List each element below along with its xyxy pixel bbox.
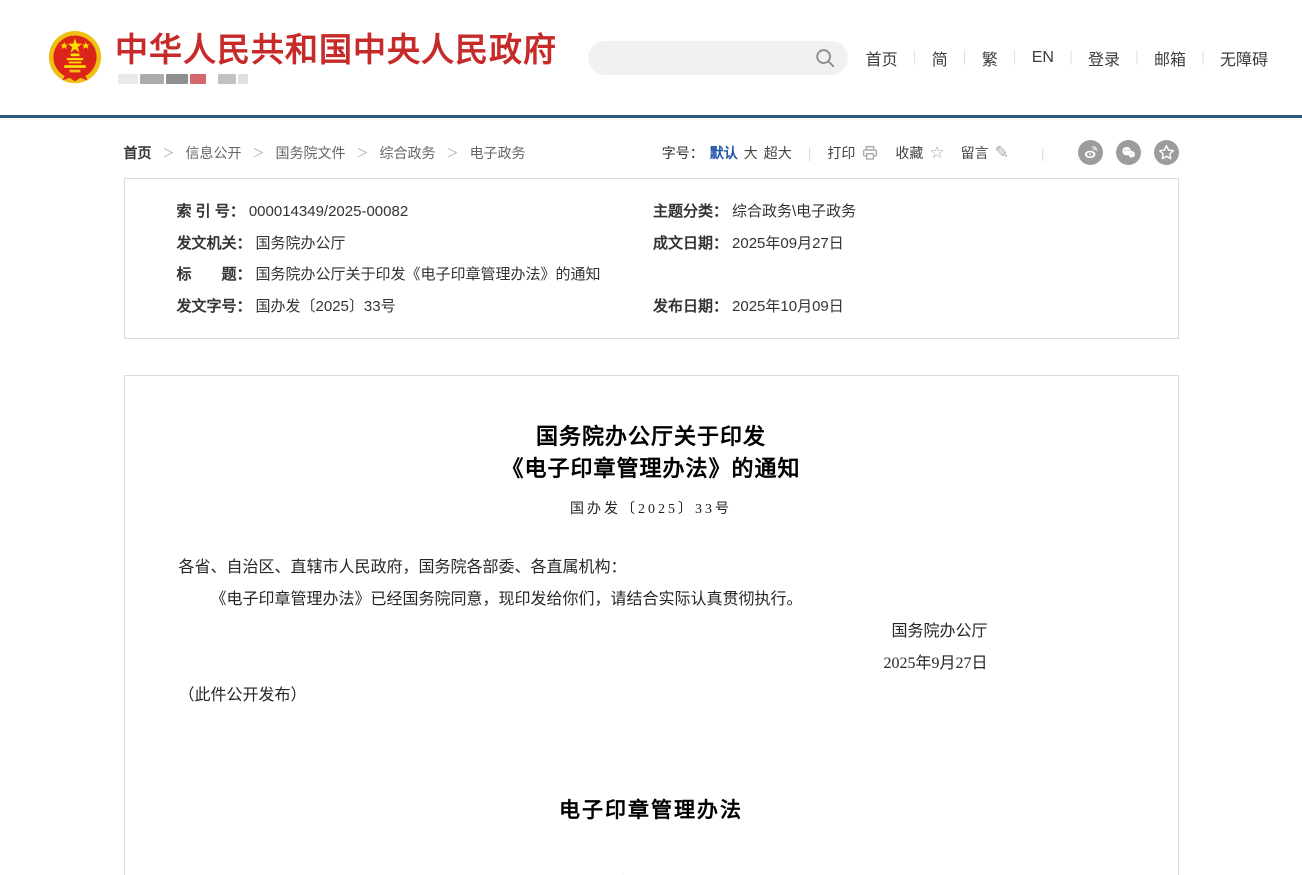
meta-index-number: 索 引 号：000014349/2025-00082 (125, 196, 652, 228)
document-number: 国办发〔2025〕33号 (179, 498, 1124, 518)
nav-divider: ｜ (1064, 48, 1078, 68)
wechat-share-icon[interactable] (1116, 140, 1141, 165)
breadcrumb-separator: ＞ (447, 144, 459, 161)
site-header: 中华人民共和国中央人民政府 首页 ｜ 简 ｜ 繁 ｜ EN ｜ 登录 ｜ 邮箱 (0, 0, 1302, 118)
meta-issuing-agency: 发文机关：国务院办公厅 (125, 228, 652, 260)
document-title-line1: 国务院办公厅关于印发 (179, 421, 1124, 453)
nav-simplified[interactable]: 简 (932, 46, 948, 70)
toolbar-divider: | (1041, 145, 1045, 161)
nav-home[interactable]: 首页 (866, 46, 898, 70)
weibo-share-icon[interactable] (1078, 140, 1103, 165)
font-size-large[interactable]: 大 (744, 143, 758, 163)
breadcrumb-state-council-docs[interactable]: 国务院文件 (276, 143, 346, 163)
law-title: 电子印章管理办法 (179, 794, 1124, 824)
body-paragraph: 《电子印章管理办法》已经国务院同意，现印发给你们，请结合实际认真贯彻执行。 (179, 584, 1124, 616)
breadcrumb-home[interactable]: 首页 (124, 143, 152, 163)
breadcrumb-toolbar-row: 首页 ＞ 信息公开 ＞ 国务院文件 ＞ 综合政务 ＞ 电子政务 字号： 默认 大… (124, 140, 1179, 165)
star-icon: ☆ (929, 144, 944, 161)
national-emblem-logo (48, 30, 102, 86)
meta-title: 标 题：国务院办公厅关于印发《电子印章管理办法》的通知 (125, 259, 652, 291)
signature-block: 国务院办公厅 2025年9月27日 (179, 616, 1124, 680)
favorite-button[interactable]: 收藏 ☆ (895, 143, 944, 163)
meta-empty-cell (651, 259, 1178, 291)
site-title: 中华人民共和国中央人民政府 (115, 31, 557, 69)
nav-traditional[interactable]: 繁 (982, 46, 998, 70)
comment-button[interactable]: 留言 ✎ (961, 143, 1009, 163)
nav-english[interactable]: EN (1032, 49, 1054, 67)
printer-icon (861, 144, 879, 162)
document-meta-box: 索 引 号：000014349/2025-00082 主题分类：综合政务\电子政… (124, 178, 1179, 339)
sign-date: 2025年9月27日 (179, 648, 988, 680)
nav-accessibility[interactable]: 无障碍 (1220, 46, 1268, 70)
search-box[interactable] (588, 41, 848, 75)
breadcrumb-separator: ＞ (253, 144, 265, 161)
breadcrumb: 首页 ＞ 信息公开 ＞ 国务院文件 ＞ 综合政务 ＞ 电子政务 (124, 143, 526, 163)
breadcrumb-separator: ＞ (163, 144, 175, 161)
font-size-label: 字号： (662, 143, 704, 163)
salutation-paragraph: 各省、自治区、直辖市人民政府，国务院各部委、各直属机构： (179, 552, 1124, 584)
search-input[interactable] (606, 50, 814, 66)
nav-divider: ｜ (958, 48, 972, 68)
page-toolbar: 字号： 默认 大 超大 | 打印 收藏 ☆ 留言 ✎ | (662, 140, 1179, 165)
document-body: 各省、自治区、直辖市人民政府，国务院各部委、各直属机构： 《电子印章管理办法》已… (179, 552, 1124, 712)
document-title: 国务院办公厅关于印发 《电子印章管理办法》的通知 (179, 421, 1124, 485)
print-button[interactable]: 打印 (827, 143, 879, 163)
breadcrumb-separator: ＞ (357, 144, 369, 161)
nav-divider: ｜ (1196, 48, 1210, 68)
qzone-share-icon[interactable] (1154, 140, 1179, 165)
breadcrumb-info-disclosure[interactable]: 信息公开 (186, 143, 242, 163)
breadcrumb-egovernment[interactable]: 电子政务 (470, 143, 526, 163)
font-size-xlarge[interactable]: 超大 (764, 143, 792, 163)
chapter-heading: 第一章 总 则 (179, 870, 1124, 875)
nav-divider: ｜ (1008, 48, 1022, 68)
brand[interactable]: 中华人民共和国中央人民政府 (48, 30, 557, 86)
meta-publish-date: 发布日期：2025年10月09日 (651, 291, 1178, 323)
meta-doc-number: 发文字号：国办发〔2025〕33号 (125, 291, 652, 323)
document-content-box: 国务院办公厅关于印发 《电子印章管理办法》的通知 国办发〔2025〕33号 各省… (124, 375, 1179, 875)
nav-divider: ｜ (1130, 48, 1144, 68)
document-title-line2: 《电子印章管理办法》的通知 (179, 453, 1124, 485)
nav-divider: ｜ (908, 48, 922, 68)
nav-mail[interactable]: 邮箱 (1154, 46, 1186, 70)
breadcrumb-general-affairs[interactable]: 综合政务 (380, 143, 436, 163)
pencil-icon: ✎ (995, 144, 1009, 161)
meta-topic-category: 主题分类：综合政务\电子政务 (651, 196, 1178, 228)
search-icon[interactable] (814, 47, 836, 69)
toolbar-divider: | (808, 145, 812, 161)
meta-written-date: 成文日期：2025年09月27日 (651, 228, 1178, 260)
blurred-subtext (118, 74, 557, 85)
nav-login[interactable]: 登录 (1088, 46, 1120, 70)
share-group (1065, 140, 1179, 165)
public-release-note: （此件公开发布） (179, 680, 1124, 712)
signer: 国务院办公厅 (179, 616, 988, 648)
top-nav: 首页 ｜ 简 ｜ 繁 ｜ EN ｜ 登录 ｜ 邮箱 ｜ 无障碍 (866, 46, 1268, 70)
font-size-default[interactable]: 默认 (710, 143, 738, 163)
